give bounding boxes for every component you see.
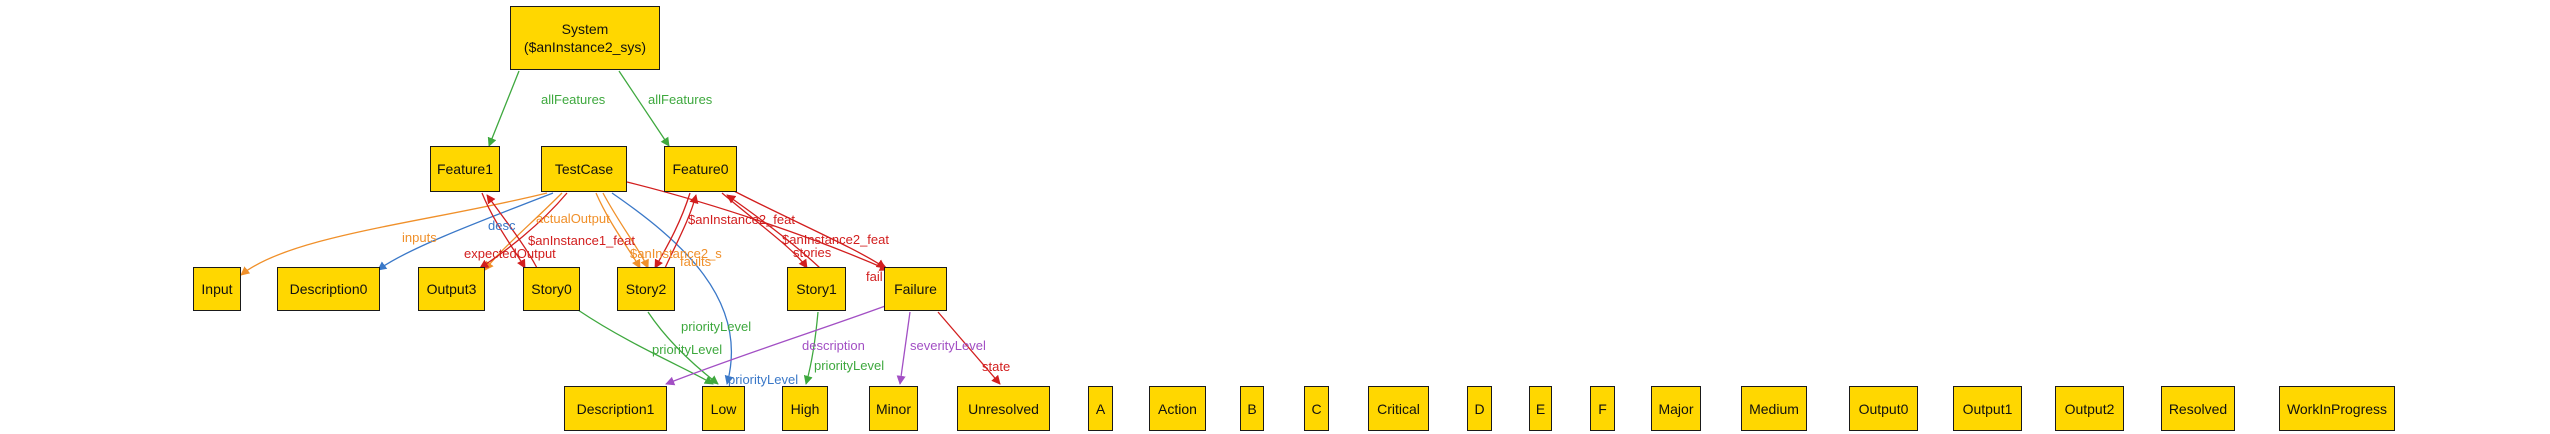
node-critical-label: Critical <box>1377 400 1420 417</box>
node-resolved-label: Resolved <box>2168 400 2228 417</box>
node-feature0-label: Feature0 <box>672 161 729 177</box>
node-output0[interactable]: Output0 <box>1849 386 1918 431</box>
node-feature1[interactable]: Feature1 <box>430 146 500 192</box>
node-output1-label: Output1 <box>1962 400 2013 417</box>
node-input[interactable]: Input <box>193 267 241 311</box>
node-unresolved[interactable]: Unresolved <box>957 386 1050 431</box>
node-b-label: B <box>1247 400 1257 417</box>
label-allfeatures-left: allFeatures <box>541 92 606 107</box>
label-prioritylevel-story2: priorityLevel <box>681 319 751 334</box>
diagram-edges: allFeatures allFeatures inputs desc actu… <box>240 70 1010 387</box>
node-output3-label: Output3 <box>426 281 477 297</box>
edge-allfeatures-feature0 <box>618 70 670 147</box>
node-input-label: Input <box>201 281 233 297</box>
node-output3[interactable]: Output3 <box>418 267 485 311</box>
node-story1[interactable]: Story1 <box>787 267 846 311</box>
edge-severity <box>896 311 911 385</box>
node-a[interactable]: A <box>1088 386 1113 431</box>
node-system[interactable]: System ($anInstance2_sys) <box>510 6 660 70</box>
node-story1-label: Story1 <box>796 281 837 297</box>
label-state: state <box>982 359 1010 374</box>
label-expected-output: expectedOutput <box>464 246 556 261</box>
node-output2-label: Output2 <box>2064 400 2115 417</box>
label-prioritylevel-story1: priorityLevel <box>814 358 884 373</box>
node-c-label: C <box>1311 400 1322 417</box>
label-stories: stories <box>793 245 832 260</box>
node-high[interactable]: High <box>782 386 828 431</box>
node-system-instance: ($anInstance2_sys) <box>523 39 647 55</box>
label-actual-output: actualOutput <box>536 211 610 226</box>
node-story0[interactable]: Story0 <box>523 267 580 311</box>
label-description: description <box>802 338 865 353</box>
node-e-label: E <box>1535 400 1546 417</box>
node-major-label: Major <box>1658 400 1694 417</box>
node-description1[interactable]: Description1 <box>564 386 667 431</box>
node-testcase[interactable]: TestCase <box>541 146 627 192</box>
edge-allfeatures-feature1 <box>487 70 520 147</box>
node-story0-label: Story0 <box>531 281 572 297</box>
node-medium[interactable]: Medium <box>1741 386 1807 431</box>
node-failure[interactable]: Failure <box>884 267 947 311</box>
label-desc: desc <box>488 218 516 233</box>
node-output0-label: Output0 <box>1858 400 1909 417</box>
node-action[interactable]: Action <box>1149 386 1206 431</box>
label-severitylevel: severityLevel <box>910 338 986 353</box>
node-feature0[interactable]: Feature0 <box>664 146 737 192</box>
node-d-label: D <box>1474 400 1485 417</box>
node-resolved[interactable]: Resolved <box>2161 386 2235 431</box>
node-critical[interactable]: Critical <box>1368 386 1429 431</box>
node-c[interactable]: C <box>1304 386 1329 431</box>
node-f[interactable]: F <box>1590 386 1615 431</box>
label-prioritylevel-story0: priorityLevel <box>652 342 722 357</box>
label-s-faults: faults <box>680 254 712 269</box>
node-description1-label: Description1 <box>576 400 655 417</box>
node-workinprogress[interactable]: WorkInProgress <box>2279 386 2395 431</box>
label-allfeatures-right: allFeatures <box>648 92 713 107</box>
node-testcase-label: TestCase <box>554 161 614 177</box>
node-action-label: Action <box>1158 400 1197 417</box>
node-low[interactable]: Low <box>702 386 745 431</box>
node-story2[interactable]: Story2 <box>617 267 675 311</box>
node-b[interactable]: B <box>1240 386 1264 431</box>
node-failure-label: Failure <box>894 281 937 297</box>
node-unresolved-label: Unresolved <box>968 400 1039 417</box>
node-feature1-label: Feature1 <box>436 161 494 177</box>
node-output1[interactable]: Output1 <box>1953 386 2022 431</box>
edge-inputs <box>240 192 548 276</box>
node-description0-label: Description0 <box>289 281 368 297</box>
node-minor-label: Minor <box>875 400 911 417</box>
node-d[interactable]: D <box>1467 386 1492 431</box>
node-high-label: High <box>790 400 820 417</box>
node-a-label: A <box>1095 400 1106 417</box>
label-anInstance2-feat-a: $anInstance2_feat <box>688 212 795 227</box>
node-system-title: System <box>561 21 609 37</box>
node-f-label: F <box>1598 400 1607 417</box>
node-story2-label: Story2 <box>625 281 667 297</box>
node-description0[interactable]: Description0 <box>277 267 380 311</box>
node-e[interactable]: E <box>1529 386 1552 431</box>
node-major[interactable]: Major <box>1651 386 1701 431</box>
label-prioritylevel-testcase: priorityLevel <box>728 372 798 387</box>
node-output2[interactable]: Output2 <box>2055 386 2124 431</box>
label-inputs: inputs <box>402 230 437 245</box>
node-minor[interactable]: Minor <box>869 386 918 431</box>
node-workinprogress-label: WorkInProgress <box>2286 400 2388 417</box>
label-fail: fail <box>866 269 883 284</box>
node-medium-label: Medium <box>1749 400 1799 417</box>
node-low-label: Low <box>710 400 737 417</box>
